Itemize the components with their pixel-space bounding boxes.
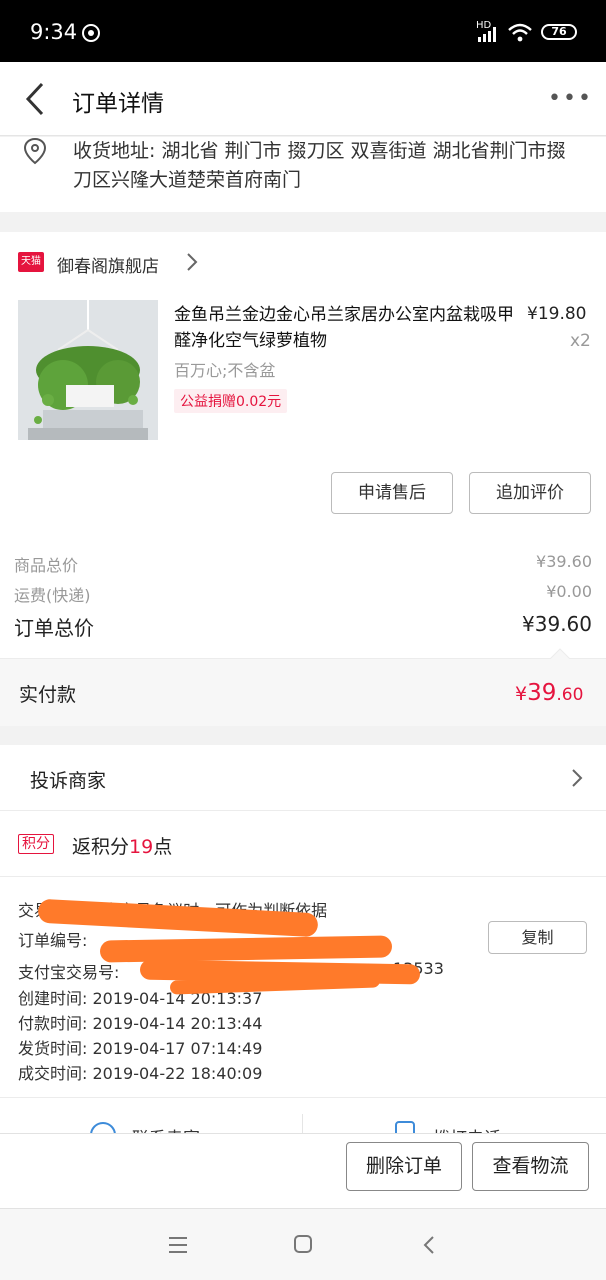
points-badge: 积分 xyxy=(18,834,54,854)
store-name[interactable]: 御春阁旗舰店 xyxy=(57,252,159,277)
charity-tag: 公益捐赠0.02元 xyxy=(174,389,288,413)
paid-currency: ¥ xyxy=(515,683,528,705)
order-total-value: ¥39.60 xyxy=(522,612,592,636)
tmall-badge: 天猫 xyxy=(18,252,44,272)
chat-icon[interactable] xyxy=(88,1120,118,1134)
back-nav-icon[interactable] xyxy=(422,1234,436,1256)
shipping-label: 运费(快递) xyxy=(14,586,91,605)
hotspot-icon xyxy=(82,24,100,42)
plant-image xyxy=(18,300,158,440)
after-sale-button[interactable]: 申请售后 xyxy=(331,472,453,514)
divider xyxy=(0,810,606,811)
points-value: 19 xyxy=(129,836,154,858)
delete-order-button[interactable]: 删除订单 xyxy=(346,1142,462,1191)
contact-row: 联系卖家 拨打电话 xyxy=(0,1098,606,1134)
location-pin-icon xyxy=(23,137,47,165)
product-quantity: x2 xyxy=(570,331,591,351)
status-time: 9:34 xyxy=(30,20,78,44)
back-icon[interactable] xyxy=(20,80,50,118)
signal-icon xyxy=(478,27,496,42)
view-logistics-button[interactable]: 查看物流 xyxy=(472,1142,589,1191)
paid-integer: 39 xyxy=(527,680,557,706)
points-suffix: 点 xyxy=(153,836,173,858)
closed-time: 成交时间: 2019-04-22 18:40:09 xyxy=(18,1064,263,1083)
product-title[interactable]: 金鱼吊兰金边金心吊兰家居办公室内盆栽吸甲醛净化空气绿萝植物 xyxy=(174,302,514,354)
wifi-icon xyxy=(508,23,532,42)
phone-icon[interactable] xyxy=(394,1120,416,1134)
shipping-address: 收货地址: 湖北省 荆门市 掇刀区 双喜街道 湖北省荆门市掇刀区兴隆大道楚荣首府… xyxy=(73,140,566,191)
goods-total-value: ¥39.60 xyxy=(536,552,592,571)
caret-up-icon xyxy=(550,648,570,659)
paid-decimal: .60 xyxy=(556,685,584,705)
goods-total-label: 商品总价 xyxy=(14,556,79,575)
add-review-button[interactable]: 追加评价 xyxy=(469,472,591,514)
shipping-value: ¥0.00 xyxy=(546,582,592,601)
product-spec: 百万心;不含盆 xyxy=(174,361,276,380)
chevron-right-icon[interactable] xyxy=(185,251,199,273)
points-text: 返积分19点 xyxy=(72,832,172,859)
complain-seller-label[interactable]: 投诉商家 xyxy=(30,766,106,793)
copy-button[interactable]: 复制 xyxy=(488,921,587,954)
product-price: ¥19.80 xyxy=(527,304,587,324)
divider xyxy=(302,1114,303,1134)
chevron-right-icon[interactable] xyxy=(570,767,584,789)
home-icon[interactable] xyxy=(293,1234,313,1254)
paid-time: 付款时间: 2019-04-14 20:13:44 xyxy=(18,1014,263,1033)
status-bar: 9:34 HD 76 xyxy=(0,0,606,62)
divider xyxy=(0,876,606,877)
shipped-time: 发货时间: 2019-04-17 07:14:49 xyxy=(18,1039,263,1058)
paid-amount: ¥39.60 xyxy=(515,680,583,706)
alipay-trade-label: 支付宝交易号: xyxy=(18,963,120,982)
order-total-label: 订单总价 xyxy=(14,616,94,640)
points-prefix: 返积分 xyxy=(72,836,130,858)
order-number-label: 订单编号: xyxy=(18,931,88,950)
paid-label: 实付款 xyxy=(19,684,77,706)
system-nav-bar xyxy=(0,1208,606,1280)
more-icon[interactable]: ••• xyxy=(548,86,593,111)
product-thumbnail[interactable] xyxy=(18,300,158,440)
battery-icon: 76 xyxy=(541,24,577,40)
title-bar: 订单详情 ••• xyxy=(0,62,606,136)
menu-icon[interactable] xyxy=(168,1236,188,1254)
page-title: 订单详情 xyxy=(72,91,164,117)
